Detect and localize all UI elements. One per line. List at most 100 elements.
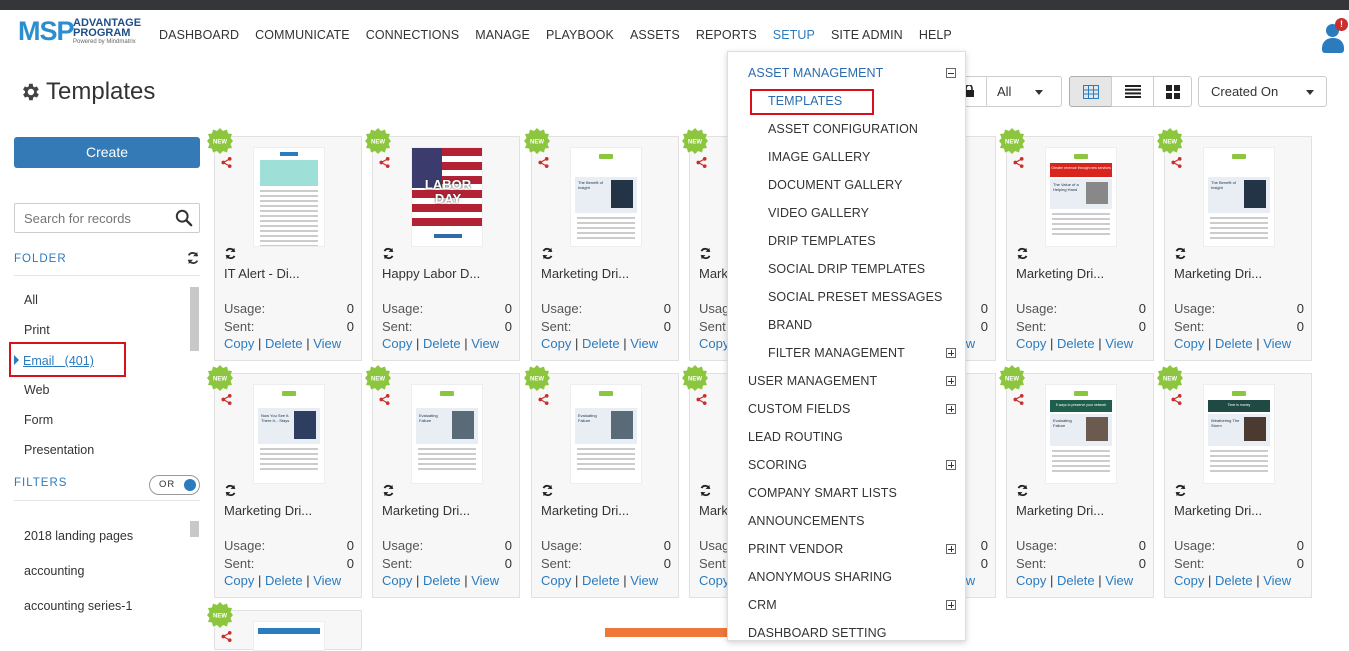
template-card[interactable]: Time is money Weathering The Storm Marketi… bbox=[1164, 373, 1312, 598]
template-name[interactable]: Marketing Dri... bbox=[1174, 266, 1262, 281]
sync-icon[interactable] bbox=[699, 247, 712, 260]
template-card[interactable]: Evaluating Failure Marketing Dri... Usage:… bbox=[531, 373, 679, 598]
copy-link[interactable]: Copy bbox=[1016, 336, 1046, 351]
copy-link[interactable]: Copy bbox=[224, 336, 254, 351]
menu-item-asset-configuration[interactable]: ASSET CONFIGURATION bbox=[768, 122, 918, 136]
delete-link[interactable]: Delete bbox=[1215, 336, 1253, 351]
sync-icon[interactable] bbox=[224, 247, 237, 260]
chat-widget-bar[interactable] bbox=[605, 628, 745, 637]
folder-item-email[interactable]: Email (401) bbox=[9, 342, 126, 377]
view-link[interactable]: View bbox=[630, 336, 658, 351]
template-card[interactable]: LABOR DAY Happy Labor D... Usage: 0 Sent: 0 Co… bbox=[372, 136, 520, 361]
menu-item-scoring[interactable]: SCORING bbox=[748, 458, 807, 472]
template-card[interactable]: IT Alert - Di... Usage: 0 Sent: 0 Copy | Dele… bbox=[214, 136, 362, 361]
folder-item-web[interactable]: Web bbox=[24, 383, 94, 413]
nav-reports[interactable]: REPORTS bbox=[696, 28, 757, 42]
view-link[interactable]: View bbox=[1263, 336, 1291, 351]
template-thumbnail[interactable]: Evaluating Failure bbox=[411, 384, 483, 484]
share-icon[interactable] bbox=[1171, 394, 1182, 405]
template-thumbnail[interactable]: 5 ways to preserve your network Evaluatin… bbox=[1045, 384, 1117, 484]
menu-item-custom-fields[interactable]: CUSTOM FIELDS bbox=[748, 402, 850, 416]
view-link[interactable]: View bbox=[1105, 336, 1133, 351]
menu-item-company-smart-lists[interactable]: COMPANY SMART LISTS bbox=[748, 486, 897, 500]
template-thumbnail[interactable] bbox=[253, 147, 325, 247]
create-button[interactable]: Create bbox=[14, 137, 200, 168]
template-thumbnail[interactable]: Now You See It. There It... Stays bbox=[253, 384, 325, 484]
menu-item-templates[interactable]: TEMPLATES bbox=[768, 94, 842, 108]
copy-link[interactable]: Copy bbox=[1016, 573, 1046, 588]
menu-item-social-drip-templates[interactable]: SOCIAL DRIP TEMPLATES bbox=[768, 262, 925, 276]
delete-link[interactable]: Delete bbox=[582, 573, 620, 588]
menu-item-user-management[interactable]: USER MANAGEMENT bbox=[748, 374, 877, 388]
folder-item-form[interactable]: Form bbox=[24, 413, 94, 443]
template-name[interactable]: IT Alert - Di... bbox=[224, 266, 300, 281]
filter-item[interactable]: accounting series-1 bbox=[24, 599, 133, 634]
template-name[interactable]: Marketing Dri... bbox=[541, 503, 629, 518]
template-thumbnail[interactable]: Greater revenue through new services The … bbox=[1045, 147, 1117, 247]
template-name[interactable]: Happy Labor D... bbox=[382, 266, 480, 281]
search-input[interactable] bbox=[15, 204, 165, 232]
nav-connections[interactable]: CONNECTIONS bbox=[366, 28, 459, 42]
view-link[interactable]: View bbox=[313, 336, 341, 351]
menu-item-dashboard-setting[interactable]: DASHBOARD SETTING bbox=[748, 626, 887, 640]
tile-view-button[interactable] bbox=[1153, 76, 1192, 107]
template-card[interactable]: Greater revenue through new services The … bbox=[1006, 136, 1154, 361]
template-card[interactable]: The Benefit of Insight Marketing Dri... Us… bbox=[1164, 136, 1312, 361]
share-icon[interactable] bbox=[1013, 394, 1024, 405]
delete-link[interactable]: Delete bbox=[582, 336, 620, 351]
expand-icon[interactable] bbox=[946, 348, 956, 358]
menu-item-crm[interactable]: CRM bbox=[748, 598, 777, 612]
nav-manage[interactable]: MANAGE bbox=[475, 28, 530, 42]
template-card[interactable]: The Benefit of Insight Marketing Dri... Us… bbox=[531, 136, 679, 361]
share-icon[interactable] bbox=[538, 394, 549, 405]
delete-link[interactable]: Delete bbox=[1057, 336, 1095, 351]
view-link[interactable]: View bbox=[1263, 573, 1291, 588]
grid-view-button[interactable] bbox=[1069, 76, 1112, 107]
copy-link[interactable]: Copy bbox=[541, 573, 571, 588]
filter-scrollbar[interactable] bbox=[190, 521, 199, 537]
sync-icon[interactable] bbox=[541, 247, 554, 260]
menu-item-anonymous-sharing[interactable]: ANONYMOUS SHARING bbox=[748, 570, 892, 584]
template-card[interactable]: Now You See It. There It... Stays Marketi… bbox=[214, 373, 362, 598]
copy-link[interactable]: Copy bbox=[699, 336, 729, 351]
share-icon[interactable] bbox=[379, 394, 390, 405]
share-icon[interactable] bbox=[1013, 157, 1024, 168]
refresh-icon[interactable] bbox=[186, 251, 200, 265]
folder-scrollbar[interactable] bbox=[190, 287, 199, 351]
menu-item-filter-management[interactable]: FILTER MANAGEMENT bbox=[768, 346, 905, 360]
copy-link[interactable]: Copy bbox=[699, 573, 729, 588]
delete-link[interactable]: Delete bbox=[1057, 573, 1095, 588]
template-thumbnail[interactable]: The Benefit of Insight bbox=[570, 147, 642, 247]
sync-icon[interactable] bbox=[541, 484, 554, 497]
menu-item-social-preset-messages[interactable]: SOCIAL PRESET MESSAGES bbox=[768, 290, 942, 304]
search-icon[interactable] bbox=[175, 209, 193, 227]
share-icon[interactable] bbox=[221, 394, 232, 405]
view-link[interactable]: View bbox=[313, 573, 341, 588]
template-name[interactable]: Marketing Dri... bbox=[382, 503, 470, 518]
expand-icon[interactable] bbox=[946, 600, 956, 610]
copy-link[interactable]: Copy bbox=[1174, 336, 1204, 351]
copy-link[interactable]: Copy bbox=[1174, 573, 1204, 588]
expand-icon[interactable] bbox=[946, 376, 956, 386]
menu-item-drip-templates[interactable]: DRIP TEMPLATES bbox=[768, 234, 876, 248]
template-thumbnail[interactable]: The Benefit of Insight bbox=[1203, 147, 1275, 247]
sync-icon[interactable] bbox=[1016, 247, 1029, 260]
menu-item-lead-routing[interactable]: LEAD ROUTING bbox=[748, 430, 843, 444]
expand-icon[interactable] bbox=[946, 544, 956, 554]
template-card[interactable]: 5 ways to preserve your network Evaluatin… bbox=[1006, 373, 1154, 598]
sync-icon[interactable] bbox=[1174, 484, 1187, 497]
user-avatar-icon[interactable]: ! bbox=[1320, 18, 1348, 54]
template-name[interactable]: Marketing Dri... bbox=[1016, 266, 1104, 281]
folder-item-presentation[interactable]: Presentation bbox=[24, 443, 94, 473]
nav-communicate[interactable]: COMMUNICATE bbox=[255, 28, 350, 42]
filter-mode-toggle[interactable]: OR bbox=[149, 475, 200, 495]
template-thumbnail[interactable]: LABOR DAY bbox=[411, 147, 483, 247]
nav-help[interactable]: HELP bbox=[919, 28, 952, 42]
nav-assets[interactable]: ASSETS bbox=[630, 28, 680, 42]
menu-item-video-gallery[interactable]: VIDEO GALLERY bbox=[768, 206, 869, 220]
filter-item[interactable]: accounting bbox=[24, 564, 133, 599]
view-link[interactable]: View bbox=[630, 573, 658, 588]
template-card[interactable]: Evaluating Failure Marketing Dri... Usage:… bbox=[372, 373, 520, 598]
template-thumbnail[interactable] bbox=[253, 621, 325, 651]
share-icon[interactable] bbox=[221, 157, 232, 168]
